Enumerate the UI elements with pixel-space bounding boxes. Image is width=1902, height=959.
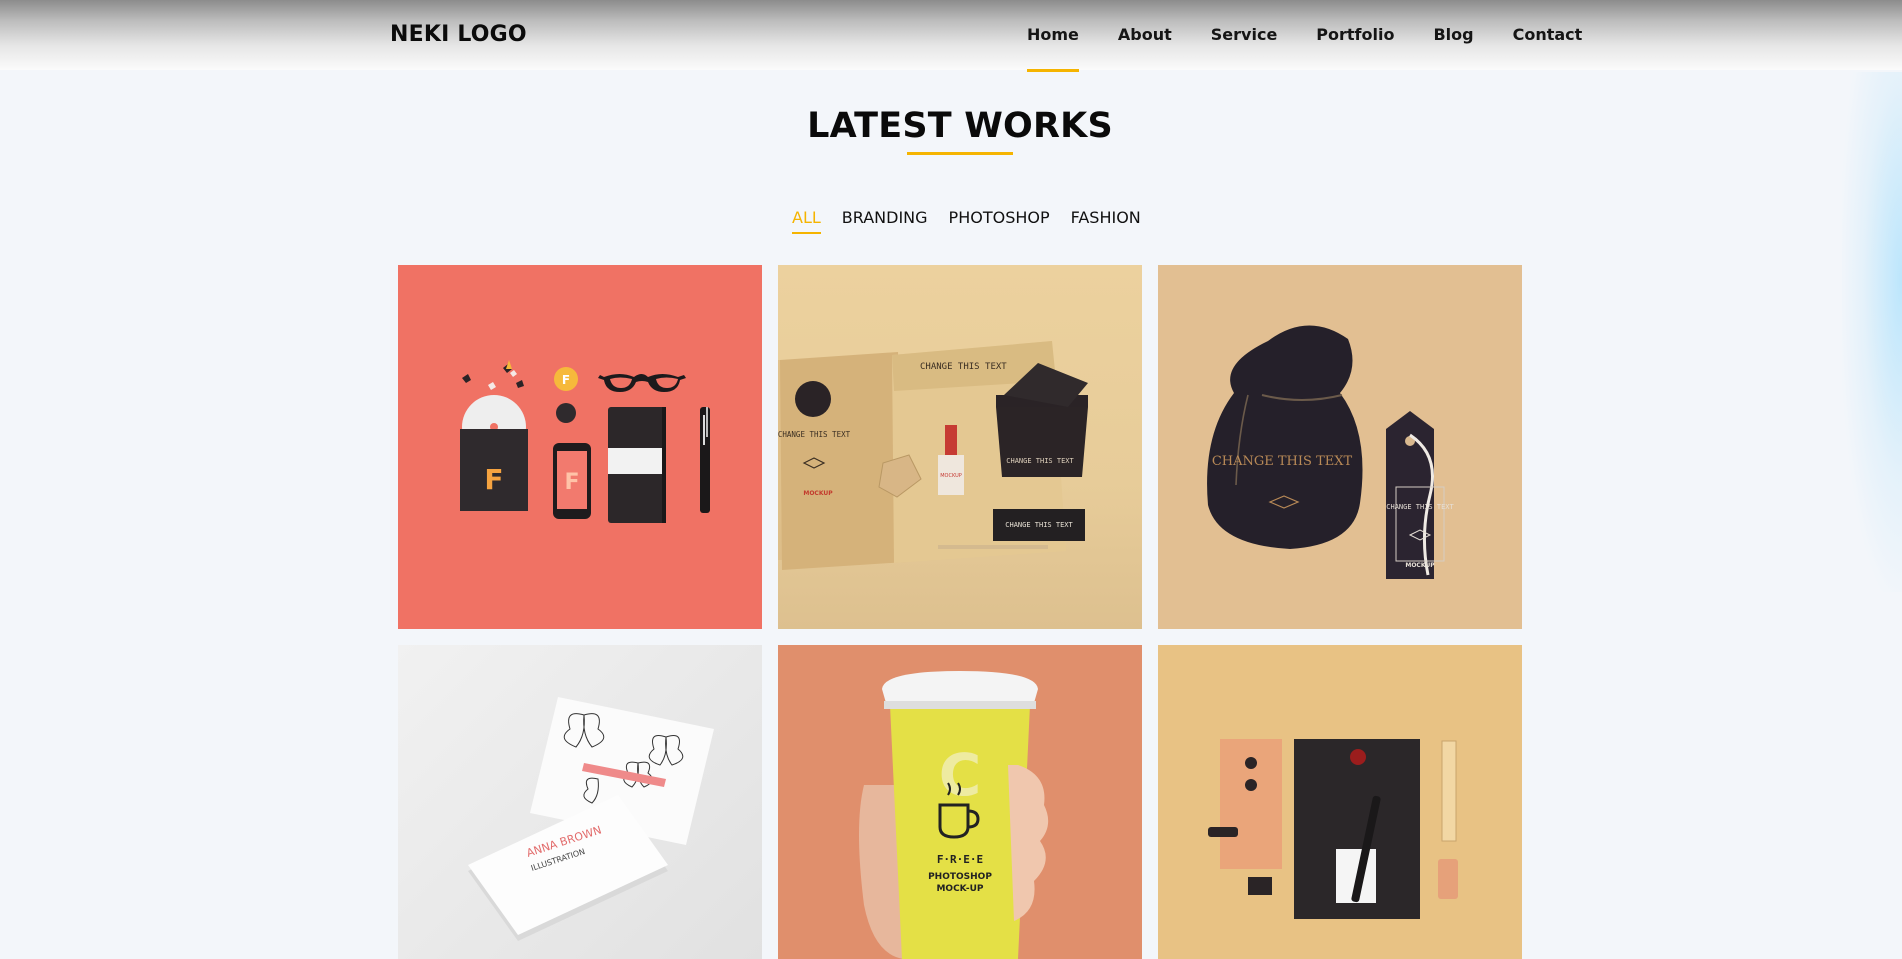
svg-text:F: F <box>564 470 579 495</box>
portfolio-tile-fabric-bag[interactable]: CHANGE THIS TEXT CHANGE THIS TEXT MOCKUP <box>1158 265 1522 629</box>
svg-text:F: F <box>484 463 503 496</box>
cup-line2-text: MOCK-UP <box>936 884 983 894</box>
filter-photoshop[interactable]: PHOTOSHOP <box>949 208 1050 227</box>
bag-title-1: CHANGE THIS TEXT <box>920 362 1007 372</box>
svg-text:C: C <box>939 741 982 809</box>
bag-mockup-label: MOCKUP <box>803 490 833 497</box>
nav-contact[interactable]: Contact <box>1513 25 1583 44</box>
main-nav: Home About Service Portfolio Blog Contac… <box>1027 25 1583 72</box>
tag-print-text: CHANGE THIS TEXT <box>1386 503 1454 511</box>
cup-free-text: F·R·E·E <box>937 853 983 866</box>
business-cards-image: ANNA BROWN ILLUSTRATION <box>468 697 714 941</box>
title-underline <box>907 152 1013 155</box>
nav-blog[interactable]: Blog <box>1433 25 1473 44</box>
portfolio-tile-stationery[interactable]: F F F <box>398 265 762 629</box>
filter-all[interactable]: ALL <box>792 208 821 234</box>
coffee-cup-image: C F·R·E·E PHOTOSHOP MOCK-UP <box>859 671 1049 959</box>
portfolio-tile-coffee-cup[interactable]: C F·R·E·E PHOTOSHOP MOCK-UP <box>778 645 1142 959</box>
page: NEKI LOGO Home About Service Portfolio B… <box>0 0 1902 959</box>
logo[interactable]: NEKI LOGO <box>390 22 527 47</box>
filter-branding[interactable]: BRANDING <box>842 208 928 227</box>
portfolio-tile-envelope-set[interactable] <box>1158 645 1522 959</box>
cup-line1-text: PHOTOSHOP <box>928 872 992 882</box>
envelope-set-image <box>1208 739 1458 919</box>
nav-portfolio[interactable]: Portfolio <box>1316 25 1394 44</box>
section-title: LATEST WORKS <box>807 106 1113 146</box>
fabric-bag-image: CHANGE THIS TEXT CHANGE THIS TEXT MOCKUP <box>1207 325 1454 579</box>
tag-mockup-label: MOCKUP <box>1405 562 1435 569</box>
box-front-text: CHANGE THIS TEXT <box>1005 521 1073 529</box>
svg-text:F: F <box>562 373 570 387</box>
box-title-text: CHANGE THIS TEXT <box>1006 457 1074 465</box>
nav-home[interactable]: Home <box>1027 25 1079 72</box>
nav-about[interactable]: About <box>1118 25 1172 44</box>
portfolio-filters: ALL BRANDING PHOTOSHOP FASHION <box>792 208 1141 234</box>
kraft-packaging-image: CHANGE THIS TEXT CHANGE THIS TEXT MOCKUP… <box>778 341 1088 570</box>
header: NEKI LOGO Home About Service Portfolio B… <box>0 0 1902 72</box>
filter-fashion[interactable]: FASHION <box>1071 208 1141 227</box>
ribbon-text: MOCKUP <box>940 473 962 479</box>
stationery-image: F F F <box>460 360 710 523</box>
bag-print-text: CHANGE THIS TEXT <box>1212 454 1353 469</box>
nav-service[interactable]: Service <box>1211 25 1278 44</box>
edge-glow <box>1842 72 1902 592</box>
bag-label-1: CHANGE THIS TEXT <box>778 430 851 439</box>
portfolio-tile-business-cards[interactable]: ANNA BROWN ILLUSTRATION <box>398 645 762 959</box>
portfolio-tile-kraft-packaging[interactable]: CHANGE THIS TEXT CHANGE THIS TEXT MOCKUP… <box>778 265 1142 629</box>
